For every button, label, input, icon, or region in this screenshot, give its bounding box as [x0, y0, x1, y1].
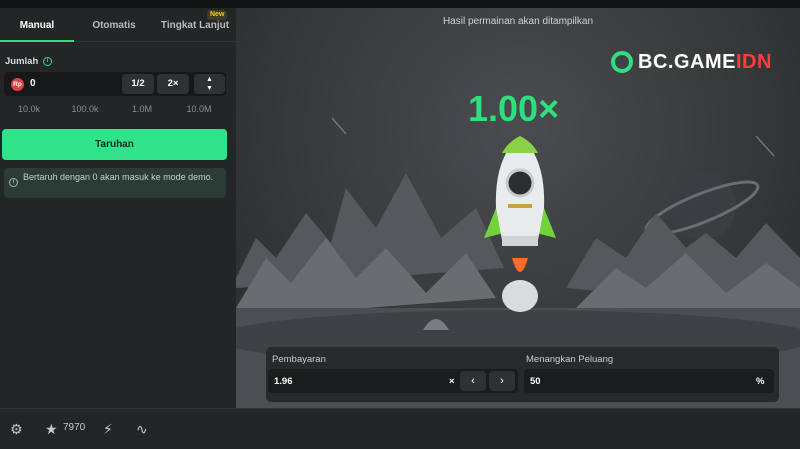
quick-amounts: 10.0k 100.0k 1.0M 10.0M [4, 104, 226, 120]
star-count: 7970 [63, 422, 86, 433]
quick-amount-10m[interactable]: 10.0M [174, 104, 224, 114]
result-placeholder: Hasil permainan akan ditampilkan [442, 16, 594, 27]
currency-icon: Rp [11, 78, 24, 91]
payout-label: Pembayaran [272, 354, 326, 365]
settings-icon[interactable]: ⚙ [10, 420, 23, 438]
tab-manual[interactable]: Manual [0, 8, 74, 42]
chevron-down-icon[interactable]: ▼ [194, 84, 225, 93]
win-chance-input[interactable]: 50 % [524, 369, 774, 393]
amount-label: Jumlah [5, 56, 39, 67]
logo-text-suffix: IDN [735, 50, 772, 73]
brand-logo: BC.GAMEIDN [611, 49, 772, 75]
game-area: Hasil permainan akan ditampilkan BC.GAME… [236, 8, 800, 408]
rocket-icon [484, 136, 556, 312]
quick-amount-10k[interactable]: 10.0k [4, 104, 54, 114]
bet-panel: Manual Otomatis Tingkat Lanjut New Jumla… [0, 8, 236, 408]
top-strip [0, 0, 800, 8]
payout-input[interactable]: 1.96 × ‹ › [268, 369, 518, 393]
win-chance-value[interactable]: 50 [530, 376, 541, 387]
quick-amount-100k[interactable]: 100.0k [60, 104, 110, 114]
info-icon: i [9, 178, 18, 187]
chevron-left-icon[interactable]: ‹ [460, 371, 486, 391]
chart-icon[interactable]: ∿ [136, 420, 148, 438]
logo-icon [611, 51, 633, 73]
double-button[interactable]: 2× [157, 74, 189, 94]
demo-notice: i Bertaruh dengan 0 akan masuk ke mode d… [4, 168, 226, 198]
chevron-right-icon[interactable]: › [489, 371, 515, 391]
game-controls: Pembayaran 1.96 × ‹ › Menangkan Peluang … [266, 347, 779, 402]
payout-suffix: × [449, 376, 455, 387]
win-chance-label: Menangkan Peluang [526, 354, 614, 365]
logo-text-main: BC.GAME [638, 50, 736, 73]
chevron-up-icon[interactable]: ▲ [194, 75, 225, 84]
new-badge: New [207, 10, 228, 20]
mode-tabs: Manual Otomatis Tingkat Lanjut New [0, 8, 236, 42]
quick-amount-1m[interactable]: 1.0M [117, 104, 167, 114]
bottom-bar: ⚙ ★ 7970 ⚡ ∿ [0, 408, 800, 449]
star-icon[interactable]: ★ [45, 420, 58, 438]
tab-otomatis[interactable]: Otomatis [78, 8, 150, 42]
info-icon[interactable]: i [43, 57, 52, 66]
bet-button[interactable]: Taruhan [2, 129, 227, 160]
amount-input[interactable]: Rp 0 1/2 2× ▲ ▼ [4, 72, 226, 96]
amount-stepper[interactable]: ▲ ▼ [194, 74, 225, 94]
multiplier-display: 1.00× [468, 88, 560, 129]
payout-value[interactable]: 1.96 [274, 376, 293, 387]
lightning-icon[interactable]: ⚡ [103, 420, 113, 438]
half-button[interactable]: 1/2 [122, 74, 154, 94]
demo-notice-text: Bertaruh dengan 0 akan masuk ke mode dem… [23, 172, 214, 182]
win-chance-suffix: % [756, 376, 765, 387]
amount-value[interactable]: 0 [30, 78, 36, 89]
